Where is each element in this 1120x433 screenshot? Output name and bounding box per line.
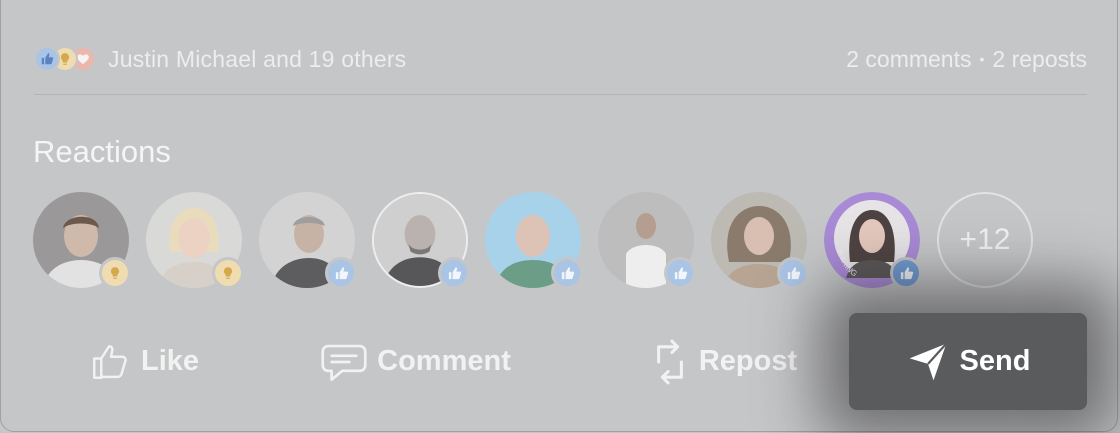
like-icon: [664, 257, 696, 289]
like-button[interactable]: Like: [34, 313, 254, 410]
post-action-bar: Like Comment Repost Send: [34, 313, 1087, 410]
reactor-avatar-3[interactable]: [259, 192, 357, 289]
like-icon: [890, 257, 922, 289]
stats-separator: •: [979, 51, 985, 67]
reactor-avatar-2[interactable]: [146, 192, 244, 289]
thumbs-up-icon: [93, 344, 127, 379]
like-icon: [438, 257, 470, 289]
like-icon: [777, 257, 809, 289]
reactor-avatar-4[interactable]: [372, 192, 470, 289]
reactor-avatar-8[interactable]: #HIRING: [824, 192, 922, 289]
insight-icon: [99, 257, 131, 289]
social-counts-bar: Justin Michael and 19 others 2 comments …: [34, 40, 1087, 78]
reactions-summary[interactable]: Justin Michael and 19 others: [34, 46, 406, 73]
comment-button[interactable]: Comment: [306, 313, 526, 410]
send-icon: [909, 342, 947, 380]
like-icon: [551, 257, 583, 289]
more-reactors-button[interactable]: +12: [937, 192, 1033, 288]
divider: [34, 94, 1087, 95]
reactor-avatar-7[interactable]: [711, 192, 809, 289]
reactions-avatar-list: #HIRING +12: [33, 192, 1050, 289]
reactor-avatar-5[interactable]: [485, 192, 583, 289]
send-button[interactable]: Send: [849, 313, 1087, 410]
send-label: Send: [959, 345, 1031, 377]
repost-label: Repost: [698, 345, 798, 377]
reposts-count[interactable]: 2 reposts: [992, 46, 1087, 73]
reactions-heading: Reactions: [33, 134, 171, 169]
repost-button[interactable]: Repost: [614, 313, 834, 410]
insight-icon: [212, 257, 244, 289]
like-icon: [325, 257, 357, 289]
comments-count[interactable]: 2 comments: [846, 46, 971, 73]
comment-label: Comment: [377, 345, 511, 377]
more-reactors-count: +12: [937, 192, 1033, 288]
like-label: Like: [140, 345, 200, 377]
reactor-avatar-6[interactable]: [598, 192, 696, 289]
reactor-avatar-1[interactable]: [33, 192, 131, 289]
reactors-text[interactable]: Justin Michael and 19 others: [108, 46, 406, 73]
like-icon: [34, 46, 60, 72]
engagement-stats: 2 comments • 2 reposts: [846, 46, 1087, 73]
repost-icon: [656, 339, 683, 384]
reaction-icon-stack: [34, 46, 96, 72]
comment-icon: [321, 344, 367, 381]
